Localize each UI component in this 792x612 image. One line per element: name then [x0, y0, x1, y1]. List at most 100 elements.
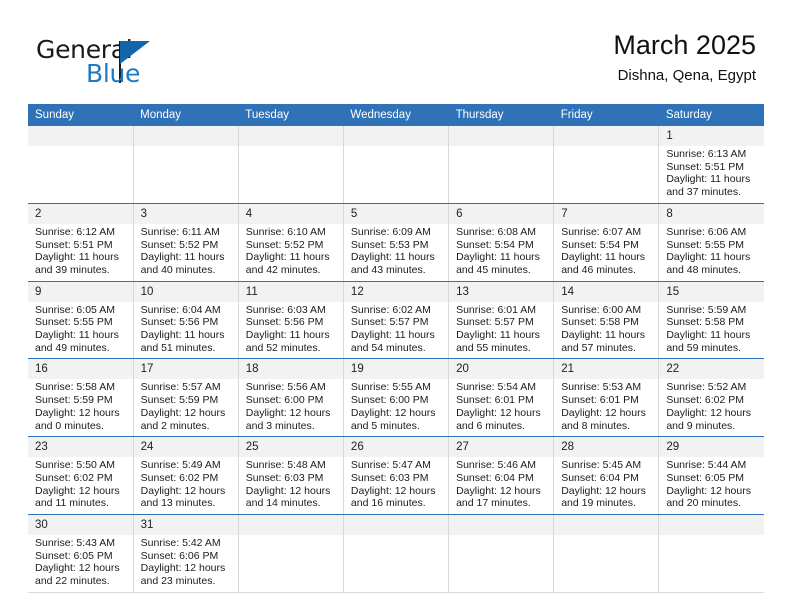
calendar-cell-day-27[interactable]: 27 Sunrise: 5:46 AM Sunset: 6:04 PM Dayligh… — [448, 436, 555, 516]
day-details: Sunrise: 6:12 AM Sunset: 5:51 PM Daylight:… — [28, 224, 133, 281]
daylight-text: Daylight: 12 hours and 9 minutes. — [666, 406, 751, 432]
calendar-cell-day-10[interactable]: 10 Sunrise: 6:04 AM Sunset: 5:56 PM Dayligh… — [133, 281, 239, 360]
weekday-header-friday: Friday — [553, 104, 659, 126]
calendar-cell-day-11[interactable]: 11 Sunrise: 6:03 AM Sunset: 5:56 PM Dayligh… — [238, 281, 344, 360]
day-number — [238, 515, 343, 536]
day-details: Sunrise: 6:02 AM Sunset: 5:57 PM Daylight:… — [344, 302, 448, 359]
calendar-cell-day-19[interactable]: 19 Sunrise: 5:55 AM Sunset: 6:00 PM Dayligh… — [343, 358, 450, 438]
day-details: Sunrise: 6:11 AM Sunset: 5:52 PM Daylight:… — [134, 224, 238, 281]
calendar-cell-day-4[interactable]: 4 Sunrise: 6:10 AM Sunset: 5:52 PM Daylight… — [238, 203, 344, 282]
sunset-text: Sunset: 5:52 PM — [245, 238, 324, 251]
daylight-text: Daylight: 12 hours and 23 minutes. — [140, 562, 226, 588]
calendar-cell-day-16[interactable]: 16 Sunrise: 5:58 AM Sunset: 5:59 PM Dayligh… — [28, 358, 134, 438]
day-details — [238, 146, 343, 202]
calendar-cell-day-25[interactable]: 25 Sunrise: 5:48 AM Sunset: 6:03 PM Dayligh… — [238, 436, 344, 516]
calendar-cell-day-21[interactable]: 21 Sunrise: 5:53 AM Sunset: 6:01 PM Dayligh… — [553, 358, 660, 438]
sunset-text: Sunset: 6:01 PM — [561, 394, 639, 407]
calendar-cell-day-26[interactable]: 26 Sunrise: 5:47 AM Sunset: 6:03 PM Dayligh… — [343, 436, 450, 516]
calendar-cell-day-22[interactable]: 22 Sunrise: 5:52 AM Sunset: 6:02 PM Dayligh… — [658, 358, 764, 438]
calendar-cell-day-24[interactable]: 24 Sunrise: 5:49 AM Sunset: 6:02 PM Dayligh… — [133, 436, 239, 516]
sunset-text: Sunset: 5:56 PM — [140, 316, 219, 329]
day-number — [28, 126, 133, 146]
day-details: Sunrise: 5:45 AM Sunset: 6:04 PM Daylight:… — [554, 457, 658, 514]
logo-text-blue: Blue — [86, 59, 141, 88]
calendar-cell-day-3[interactable]: 3 Sunrise: 6:11 AM Sunset: 5:52 PM Daylight… — [133, 203, 239, 282]
day-details: Sunrise: 6:03 AM Sunset: 5:56 PM Daylight:… — [239, 302, 343, 359]
calendar-cell-day-13[interactable]: 13 Sunrise: 6:01 AM Sunset: 5:57 PM Dayligh… — [448, 281, 555, 360]
day-details — [554, 146, 659, 202]
calendar-cell-day-9[interactable]: 9 Sunrise: 6:05 AM Sunset: 5:55 PM Daylight… — [28, 281, 134, 360]
sunset-text: Sunset: 5:58 PM — [666, 316, 744, 329]
calendar-cell-day-23[interactable]: 23 Sunrise: 5:50 AM Sunset: 6:02 PM Dayligh… — [28, 436, 134, 516]
sunrise-text: Sunrise: 6:10 AM — [245, 225, 326, 238]
day-number: 28 — [554, 437, 659, 458]
day-details — [449, 146, 554, 202]
calendar-cell-day-18[interactable]: 18 Sunrise: 5:56 AM Sunset: 6:00 PM Dayligh… — [238, 358, 344, 438]
calendar-cell-day-2[interactable]: 2 Sunrise: 6:12 AM Sunset: 5:51 PM Daylight… — [28, 203, 134, 282]
calendar-header-row: Sunday Monday Tuesday Wednesday Thursday Frid… — [28, 104, 764, 126]
daylight-text: Daylight: 12 hours and 16 minutes. — [350, 484, 436, 510]
daylight-text: Daylight: 11 hours and 43 minutes. — [350, 251, 435, 276]
calendar-cell-day-14[interactable]: 14 Sunrise: 6:00 AM Sunset: 5:58 PM Dayligh… — [553, 281, 660, 360]
calendar-cell-empty — [133, 126, 239, 204]
day-number: 5 — [343, 203, 449, 224]
calendar-cell-day-30[interactable]: 30 Sunrise: 5:43 AM Sunset: 6:05 PM Dayligh… — [28, 514, 134, 593]
day-details: Sunrise: 5:43 AM Sunset: 6:05 PM Daylight:… — [28, 535, 133, 592]
day-number: 13 — [449, 281, 554, 302]
day-details: Sunrise: 6:05 AM Sunset: 5:55 PM Daylight:… — [28, 302, 133, 359]
page-title: March 2025 — [613, 30, 756, 60]
sunset-text: Sunset: 6:04 PM — [561, 471, 639, 484]
calendar-cell-day-7[interactable]: 7 Sunrise: 6:07 AM Sunset: 5:54 PM Daylight… — [553, 203, 660, 282]
sunset-text: Sunset: 5:55 PM — [666, 238, 744, 251]
calendar-cell-day-28[interactable]: 28 Sunrise: 5:45 AM Sunset: 6:04 PM Dayligh… — [553, 436, 660, 516]
calendar-cell-day-15[interactable]: 15 Sunrise: 5:59 AM Sunset: 5:58 PM Dayligh… — [658, 281, 764, 360]
day-number: 2 — [28, 203, 133, 224]
day-number: 20 — [449, 359, 554, 380]
general-blue-logo[interactable]: General Blue — [36, 36, 216, 88]
sunset-text: Sunset: 6:06 PM — [140, 549, 219, 562]
month-calendar: Sunday Monday Tuesday Wednesday Thursday Frid… — [28, 104, 764, 593]
sunrise-text: Sunrise: 5:44 AM — [666, 459, 747, 472]
day-details — [449, 535, 554, 592]
calendar-cell-day-29[interactable]: 29 Sunrise: 5:44 AM Sunset: 6:05 PM Dayligh… — [658, 436, 764, 516]
sunset-text: Sunset: 6:02 PM — [666, 394, 744, 407]
sunset-text: Sunset: 5:58 PM — [561, 316, 639, 329]
calendar-cell-day-5[interactable]: 5 Sunrise: 6:09 AM Sunset: 5:53 PM Daylight… — [343, 203, 450, 282]
sunset-text: Sunset: 6:02 PM — [35, 471, 113, 484]
daylight-text: Daylight: 12 hours and 13 minutes. — [140, 484, 226, 510]
daylight-text: Daylight: 11 hours and 48 minutes. — [666, 251, 751, 276]
day-number: 3 — [133, 203, 238, 224]
calendar-cell-day-31[interactable]: 31 Sunrise: 5:42 AM Sunset: 6:06 PM Dayligh… — [133, 514, 239, 593]
calendar-cell-day-8[interactable]: 8 Sunrise: 6:06 AM Sunset: 5:55 PM Daylight… — [658, 203, 764, 282]
sunset-text: Sunset: 6:04 PM — [456, 471, 534, 484]
daylight-text: Daylight: 12 hours and 8 minutes. — [561, 406, 646, 432]
day-details: Sunrise: 5:44 AM Sunset: 6:05 PM Daylight:… — [659, 457, 764, 514]
day-details: Sunrise: 5:47 AM Sunset: 6:03 PM Daylight:… — [344, 457, 448, 514]
weekday-header-thursday: Thursday — [448, 104, 554, 126]
calendar-week-row: 30 Sunrise: 5:43 AM Sunset: 6:05 PM Dayligh… — [28, 514, 764, 593]
calendar-cell-day-17[interactable]: 17 Sunrise: 5:57 AM Sunset: 5:59 PM Dayligh… — [133, 358, 239, 438]
calendar-cell-empty — [553, 514, 660, 593]
day-details: Sunrise: 5:54 AM Sunset: 6:01 PM Daylight:… — [449, 379, 553, 436]
day-number: 26 — [343, 437, 449, 458]
day-details: Sunrise: 5:50 AM Sunset: 6:02 PM Daylight:… — [28, 457, 133, 514]
day-number: 29 — [659, 437, 764, 458]
calendar-cell-day-1[interactable]: 1 Sunrise: 6:13 AM Sunset: 5:51 PM Daylight… — [658, 126, 764, 204]
day-details: Sunrise: 5:55 AM Sunset: 6:00 PM Daylight:… — [344, 379, 448, 436]
calendar-cell-day-12[interactable]: 12 Sunrise: 6:02 AM Sunset: 5:57 PM Dayligh… — [343, 281, 450, 360]
sunrise-text: Sunrise: 6:07 AM — [561, 225, 642, 238]
calendar-week-row: 16 Sunrise: 5:58 AM Sunset: 5:59 PM Dayligh… — [28, 358, 764, 438]
sunset-text: Sunset: 5:54 PM — [456, 238, 534, 251]
weekday-header-tuesday: Tuesday — [238, 104, 344, 126]
calendar-cell-day-20[interactable]: 20 Sunrise: 5:54 AM Sunset: 6:01 PM Dayligh… — [448, 358, 555, 438]
sunset-text: Sunset: 6:01 PM — [456, 394, 534, 407]
day-details: Sunrise: 5:59 AM Sunset: 5:58 PM Daylight:… — [659, 302, 764, 359]
daylight-text: Daylight: 11 hours and 42 minutes. — [245, 251, 330, 276]
sunrise-text: Sunrise: 6:05 AM — [35, 303, 115, 316]
daylight-text: Daylight: 11 hours and 59 minutes. — [666, 329, 751, 354]
day-details: Sunrise: 6:07 AM Sunset: 5:54 PM Daylight:… — [554, 224, 658, 281]
daylight-text: Daylight: 12 hours and 5 minutes. — [350, 406, 436, 432]
day-details — [343, 146, 449, 202]
calendar-cell-day-6[interactable]: 6 Sunrise: 6:08 AM Sunset: 5:54 PM Daylight… — [448, 203, 555, 282]
daylight-text: Daylight: 12 hours and 19 minutes. — [561, 484, 646, 510]
